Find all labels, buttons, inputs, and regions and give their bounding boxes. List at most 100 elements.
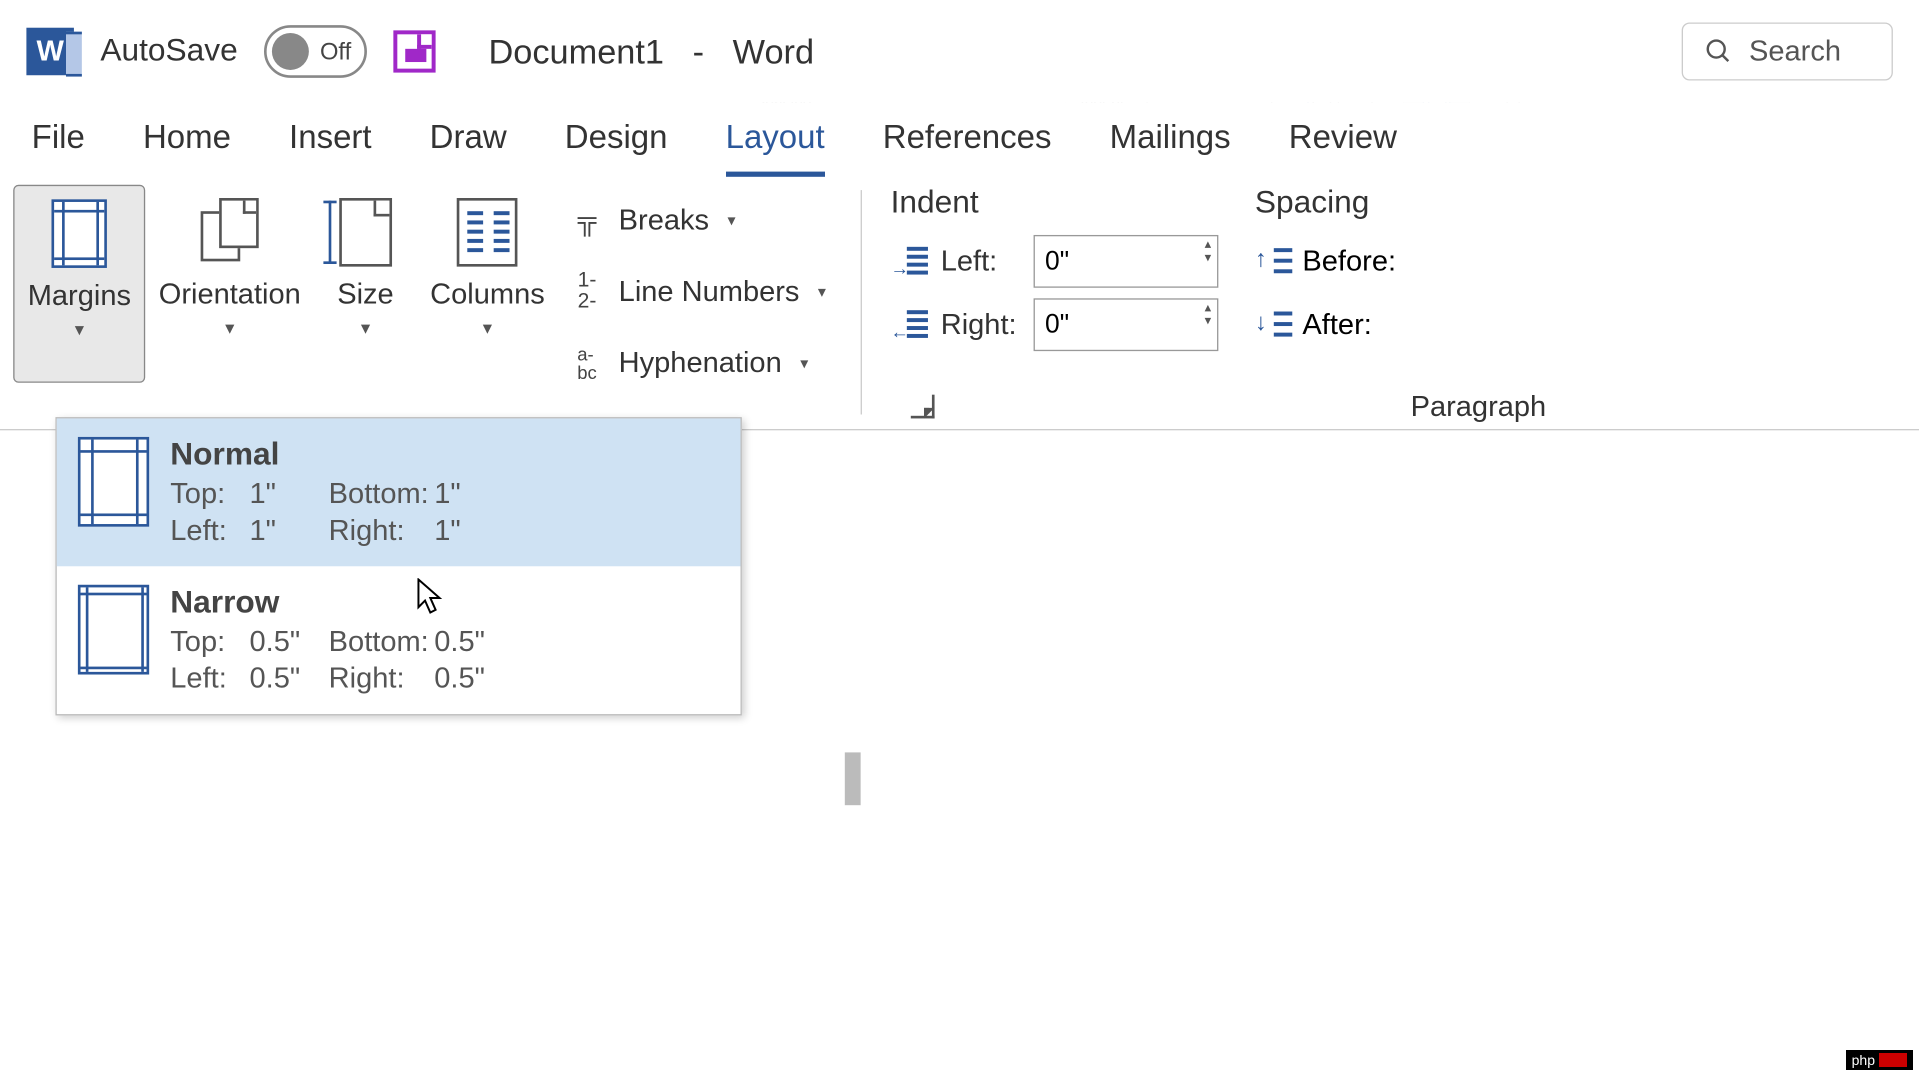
spinner-arrows[interactable]: ▴▾ [1205,239,1212,265]
margins-icon [52,199,107,268]
indent-left-icon: → [891,247,928,276]
save-icon[interactable] [393,30,435,72]
line-numbers-label: Line Numbers [619,275,800,309]
hyphenation-label: Hyphenation [619,346,782,380]
indent-right-input[interactable]: 0" ▴▾ [1033,298,1218,351]
spacing-before-label: Before: [1302,244,1396,278]
spacing-after-icon: ↓ [1255,309,1292,341]
autosave-label: AutoSave [100,33,237,70]
m-right-val: 1" [434,513,500,547]
orientation-icon [201,198,259,267]
search-placeholder: Search [1749,34,1841,68]
margins-narrow-icon [78,585,149,675]
chevron-down-icon: ▾ [483,317,492,339]
orientation-label: Orientation [159,277,301,311]
indent-group: Indent → Left: 0" ▴▾ ← Right: 0" ▴▾ [872,177,1236,429]
word-app-icon: W [26,28,74,76]
page-edge [845,752,861,805]
margins-normal-title: Normal [170,437,719,474]
line-numbers-button[interactable]: 1-2- Line Numbers ▾ [569,261,826,322]
tab-file[interactable]: File [32,119,85,177]
columns-icon [457,198,518,267]
title-bar: W AutoSave Off Document1 - Word Search [0,0,1919,103]
margins-dropdown-menu: Normal Top: 1" Bottom: 1" Left: 1" Right… [55,417,741,715]
indent-title: Indent [891,185,1218,222]
search-icon [1704,37,1733,66]
m-left-val: 1" [249,513,328,547]
group-divider [860,190,861,414]
chevron-down-icon: ▾ [800,354,808,372]
m-bottom-label: Bottom: [329,477,435,511]
watermark-block [1879,1053,1907,1067]
ribbon: Margins ▾ Orientation ▾ Size ▾ Columns ▾… [0,177,1919,430]
m-top-label: Top: [170,477,249,511]
m-top-val: 0.5" [249,624,328,658]
breaks-label: Breaks [619,203,709,237]
tab-mailings[interactable]: Mailings [1110,119,1231,177]
tab-review[interactable]: Review [1289,119,1397,177]
toggle-knob [272,33,309,70]
tab-layout[interactable]: Layout [726,119,825,177]
m-left-label: Left: [170,513,249,547]
app-name: Word [733,31,814,71]
chevron-down-icon: ▾ [225,317,234,339]
columns-button[interactable]: Columns ▾ [417,185,558,383]
columns-label: Columns [430,277,545,311]
margins-option-narrow[interactable]: Narrow Top: 0.5" Bottom: 0.5" Left: 0.5"… [57,566,741,714]
margins-normal-icon [78,437,149,527]
m-bottom-label: Bottom: [329,624,435,658]
page-setup-launcher-icon[interactable] [911,395,935,419]
m-left-label: Left: [170,661,249,695]
spacing-title: Spacing [1255,185,1396,222]
chevron-down-icon: ▾ [728,211,736,229]
watermark: php [1846,1050,1913,1070]
tab-home[interactable]: Home [143,119,231,177]
doc-name: Document1 [489,31,665,71]
search-box[interactable]: Search [1682,22,1893,80]
size-label: Size [337,277,393,311]
size-button[interactable]: Size ▾ [314,185,417,383]
indent-left-label: Left: [941,244,1020,278]
breaks-button[interactable]: ╦ Breaks ▾ [569,190,826,251]
orientation-button[interactable]: Orientation ▾ [146,185,314,383]
indent-right-value: 0" [1045,310,1069,340]
spacing-after-label: After: [1302,308,1371,342]
tab-draw[interactable]: Draw [430,119,507,177]
autosave-toggle[interactable]: Off [264,25,367,78]
line-numbers-icon: 1-2- [569,273,606,310]
indent-right-label: Right: [941,308,1020,342]
m-right-label: Right: [329,513,435,547]
watermark-text: php [1852,1052,1875,1068]
margins-option-normal[interactable]: Normal Top: 1" Bottom: 1" Left: 1" Right… [57,418,741,566]
indent-left-input[interactable]: 0" ▴▾ [1033,235,1218,288]
ribbon-tabs: File Home Insert Draw Design Layout Refe… [0,103,1919,177]
chevron-down-icon: ▾ [818,282,826,300]
indent-left-value: 0" [1045,246,1069,276]
tab-insert[interactable]: Insert [289,119,372,177]
title-sep: - [693,31,704,71]
page-setup-small-commands: ╦ Breaks ▾ 1-2- Line Numbers ▾ a-bc Hyph… [558,185,836,399]
page-setup-group: Margins ▾ Orientation ▾ Size ▾ Columns ▾… [0,177,850,429]
tab-design[interactable]: Design [565,119,668,177]
chevron-down-icon: ▾ [75,318,84,340]
spinner-arrows[interactable]: ▴▾ [1205,302,1212,328]
indent-right-icon: ← [891,310,928,339]
hyphenation-icon: a-bc [569,345,606,382]
chevron-down-icon: ▾ [361,317,370,339]
margins-label: Margins [28,279,131,313]
m-top-val: 1" [249,477,328,511]
breaks-icon: ╦ [569,202,606,239]
toggle-state: Off [320,38,351,66]
hyphenation-button[interactable]: a-bc Hyphenation ▾ [569,333,826,394]
spacing-before-icon: ↑ [1255,246,1292,278]
m-left-val: 0.5" [249,661,328,695]
m-right-label: Right: [329,661,435,695]
document-title: Document1 - Word [489,31,815,72]
tab-references[interactable]: References [883,119,1052,177]
paragraph-group-label: Paragraph [1267,389,1689,423]
m-bottom-val: 1" [434,477,500,511]
m-bottom-val: 0.5" [434,624,500,658]
margins-button[interactable]: Margins ▾ [13,185,145,383]
m-top-label: Top: [170,624,249,658]
m-right-val: 0.5" [434,661,500,695]
